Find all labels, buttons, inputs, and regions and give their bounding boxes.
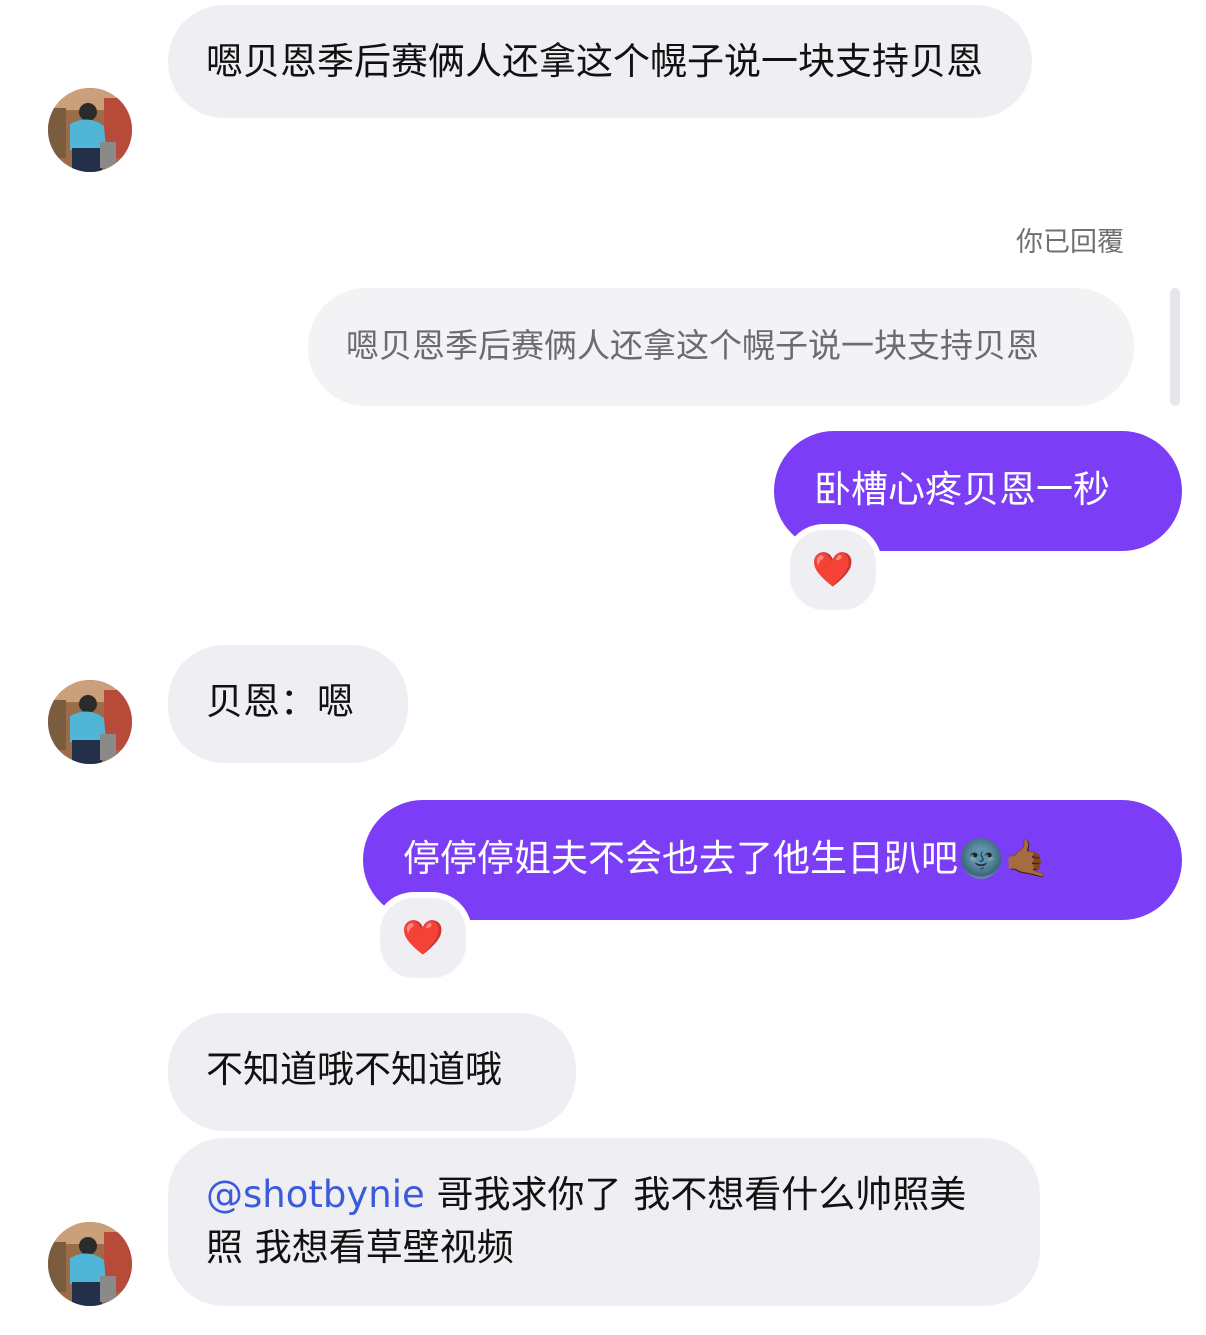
sender-avatar[interactable] (48, 88, 132, 172)
sender-avatar[interactable] (48, 680, 132, 764)
emoji-moon-and-call-me-hand: 🌚🤙🏾 (958, 837, 1051, 880)
message-text: 停停停姐夫不会也去了他生日趴吧 (403, 837, 958, 880)
outgoing-message-bubble[interactable]: 停停停姐夫不会也去了他生日趴吧🌚🤙🏾 (363, 800, 1182, 920)
sender-avatar[interactable] (48, 1222, 132, 1306)
message-text: 不知道哦不知道哦 (206, 1048, 502, 1091)
message-bubble[interactable]: 贝恩：嗯 (168, 645, 408, 763)
reply-status-label: 你已回覆 (1016, 227, 1124, 258)
message-text: 卧槽心疼贝恩一秒 (814, 468, 1110, 511)
avatar-person-in-blue-jacket (48, 88, 132, 172)
red-heart-icon: ❤️ (401, 918, 445, 958)
avatar-person-in-blue-jacket (48, 680, 132, 764)
quoted-message[interactable]: 嗯贝恩季后赛俩人还拿这个幌子说一块支持贝恩 (308, 288, 1134, 406)
message-bubble[interactable]: 不知道哦不知道哦 (168, 1013, 576, 1131)
message-text: 贝恩：嗯 (206, 680, 354, 723)
message-bubble[interactable]: @shotbynie 哥我求你了 我不想看什么帅照美照 我想看草壁视频 (168, 1138, 1040, 1306)
quote-bar (1170, 288, 1180, 406)
reaction-badge[interactable]: ❤️ (374, 892, 472, 984)
avatar-person-in-blue-jacket (48, 1222, 132, 1306)
message-bubble[interactable]: 嗯贝恩季后赛俩人还拿这个幌子说一块支持贝恩 (168, 5, 1032, 118)
message-text: 嗯贝恩季后赛俩人还拿这个幌子说一块支持贝恩 (206, 40, 983, 83)
red-heart-icon: ❤️ (811, 550, 855, 590)
user-mention-link[interactable]: @shotbynie (206, 1173, 425, 1216)
reaction-badge[interactable]: ❤️ (784, 524, 882, 616)
quoted-message-text: 嗯贝恩季后赛俩人还拿这个幌子说一块支持贝恩 (346, 326, 1039, 365)
